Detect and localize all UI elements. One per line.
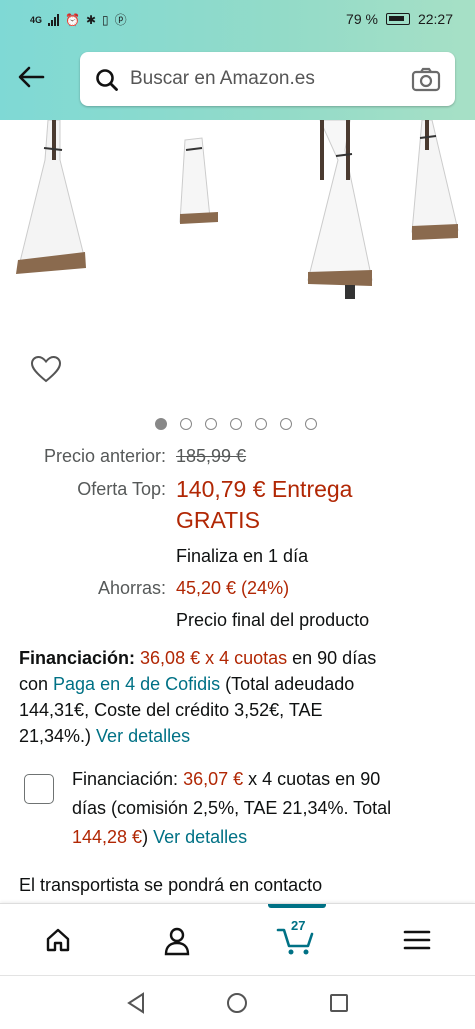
header-bar: 4G ⏰ ✱ ▯ ⓟ 79 % 22:27 Buscar en Amazon.e… bbox=[0, 0, 475, 120]
search-bar[interactable]: Buscar en Amazon.es bbox=[80, 52, 455, 106]
product-image[interactable] bbox=[0, 120, 475, 320]
offer-delivery: Entrega bbox=[265, 476, 353, 502]
carousel-dot[interactable] bbox=[280, 418, 292, 430]
financing-text: días (comisión 2,5%, TAE 21,34%. Total bbox=[72, 798, 392, 818]
menu-icon[interactable] bbox=[403, 926, 431, 959]
financing-text: 144,31€, Coste del crédito 3,52€, TAE bbox=[19, 700, 323, 720]
vibrate-icon: ▯ bbox=[102, 12, 109, 27]
system-recents-icon[interactable] bbox=[328, 992, 350, 1019]
financing-text: ) bbox=[142, 827, 154, 847]
financing-text: x 4 cuotas en 90 bbox=[243, 769, 381, 789]
offer-price-value: 140,79 € bbox=[176, 476, 266, 502]
financing-label: Financiación: bbox=[72, 769, 184, 789]
carousel-dot[interactable] bbox=[180, 418, 192, 430]
system-back-icon[interactable] bbox=[125, 992, 147, 1019]
financing-cofidis: Financiación: 36,08 € x 4 cuotas en 90 d… bbox=[19, 645, 464, 749]
details-link[interactable]: Ver detalles bbox=[153, 827, 247, 847]
financing-text: 21,34%.) bbox=[19, 726, 97, 746]
offer-free: GRATIS bbox=[176, 507, 260, 533]
status-bar: 4G ⏰ ✱ ▯ ⓟ 79 % 22:27 bbox=[0, 0, 475, 38]
savings-label: Ahorras: bbox=[97, 578, 166, 598]
carousel-dot[interactable] bbox=[205, 418, 217, 430]
bluetooth-icon: ✱ bbox=[85, 12, 97, 27]
network-label: 4G bbox=[30, 14, 43, 25]
final-price-note: Precio final del producto bbox=[176, 610, 370, 630]
active-tab-indicator bbox=[268, 904, 326, 908]
financing-amount: 36,07 € bbox=[183, 769, 244, 789]
offer-label: Oferta Top: bbox=[77, 479, 166, 499]
details-link[interactable]: Ver detalles bbox=[96, 726, 190, 746]
account-icon[interactable] bbox=[163, 926, 191, 961]
clock: 22:27 bbox=[417, 11, 453, 27]
previous-price-label: Precio anterior: bbox=[43, 446, 166, 466]
financing-total: 144,28 € bbox=[72, 827, 143, 847]
carousel-dot[interactable] bbox=[230, 418, 242, 430]
cart-count: 27 bbox=[291, 918, 306, 933]
camera-icon[interactable] bbox=[411, 66, 441, 97]
financing-text: con bbox=[19, 674, 54, 694]
battery-icon bbox=[385, 13, 410, 25]
carousel-dot[interactable] bbox=[255, 418, 267, 430]
battery-percent: 79 % bbox=[346, 11, 378, 27]
image-carousel-dots[interactable] bbox=[155, 418, 317, 430]
back-arrow-icon[interactable] bbox=[14, 62, 48, 96]
search-icon bbox=[94, 67, 120, 98]
financing-checkbox[interactable] bbox=[24, 774, 54, 804]
carousel-dot[interactable] bbox=[155, 418, 167, 430]
offer-ends: Finaliza en 1 día bbox=[176, 546, 309, 566]
system-home-icon[interactable] bbox=[226, 992, 248, 1019]
offer-price: 140,79 € Entrega GRATIS bbox=[176, 474, 466, 536]
wishlist-heart-icon[interactable] bbox=[30, 355, 62, 388]
financing-text: (Total adeudado bbox=[220, 674, 355, 694]
delivery-note: El transportista se pondrá en contacto bbox=[19, 875, 323, 895]
previous-price-value: 185,99 € bbox=[176, 446, 247, 466]
alarm-icon: ⏰ bbox=[65, 12, 80, 27]
signal-icon bbox=[48, 13, 60, 26]
savings-value: 45,20 € (24%) bbox=[176, 578, 290, 598]
financing-amount: 36,08 € x 4 cuotas bbox=[140, 648, 288, 668]
carousel-dot[interactable] bbox=[305, 418, 317, 430]
bottom-nav bbox=[0, 903, 475, 975]
cofidis-link[interactable]: Paga en 4 de Cofidis bbox=[53, 674, 220, 694]
financing-text: en 90 días bbox=[287, 648, 377, 668]
home-icon[interactable] bbox=[44, 926, 72, 959]
pinterest-icon: ⓟ bbox=[114, 13, 127, 27]
financing-option: Financiación: 36,07 € x 4 cuotas en 90 d… bbox=[72, 765, 467, 852]
search-input[interactable]: Buscar en Amazon.es bbox=[130, 68, 315, 90]
system-nav-bar bbox=[0, 975, 475, 1029]
financing-label: Financiación: bbox=[19, 648, 136, 668]
